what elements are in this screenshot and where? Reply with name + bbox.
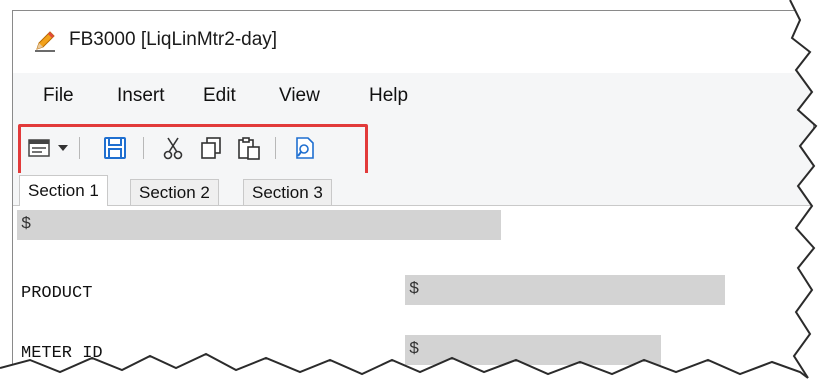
menu-help[interactable]: Help: [369, 85, 408, 107]
app-window: FB3000 [LiqLinMtr2-day] File Insert Edit…: [12, 10, 814, 380]
product-field[interactable]: $: [405, 275, 725, 305]
tab-section-3[interactable]: Section 3: [243, 179, 332, 205]
menu-file[interactable]: File: [43, 85, 74, 107]
meter-id-label: METER ID: [21, 344, 103, 363]
toolbar-separator: [275, 137, 276, 159]
dropdown-arrow-icon[interactable]: [55, 134, 71, 162]
menu-insert[interactable]: Insert: [117, 85, 165, 107]
toolbar-separator: [143, 137, 144, 159]
toolbar-separator: [79, 137, 80, 159]
menu-edit[interactable]: Edit: [203, 85, 236, 107]
section-tabs: Section 1 Section 2 Section 3: [13, 173, 813, 206]
top-field[interactable]: $: [17, 210, 501, 240]
toolbar: [13, 121, 813, 184]
tab-section-2[interactable]: Section 2: [130, 179, 219, 205]
form-content: $ PRODUCT $ METER ID $: [13, 205, 813, 379]
window-title: FB3000 [LiqLinMtr2-day]: [69, 29, 278, 50]
menu-bar: File Insert Edit View Help: [13, 73, 813, 121]
paste-icon[interactable]: [235, 134, 263, 162]
save-icon[interactable]: [101, 134, 129, 162]
menu-view[interactable]: View: [279, 85, 320, 107]
title-bar: FB3000 [LiqLinMtr2-day]: [13, 11, 813, 73]
meter-id-field[interactable]: $: [405, 335, 661, 365]
tab-section-1[interactable]: Section 1: [19, 175, 108, 206]
form-view-icon[interactable]: [25, 134, 53, 162]
pencil-icon: [33, 29, 57, 53]
product-label: PRODUCT: [21, 284, 93, 303]
copy-icon[interactable]: [197, 134, 225, 162]
print-preview-icon[interactable]: [291, 134, 319, 162]
cut-icon[interactable]: [159, 134, 187, 162]
